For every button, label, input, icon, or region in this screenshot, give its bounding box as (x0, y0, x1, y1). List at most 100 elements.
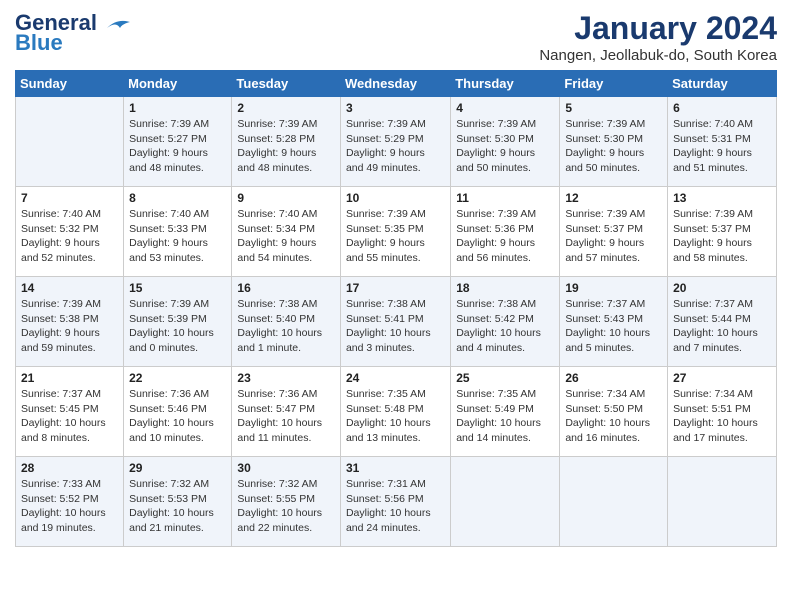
page-header: General Blue January 2024 Nangen, Jeolla… (15, 10, 777, 64)
day-cell: 31 Sunrise: 7:31 AM Sunset: 5:56 PM Dayli… (340, 457, 450, 547)
day-cell: 12Sunrise: 7:39 AM Sunset: 5:37 PM Dayli… (560, 187, 668, 277)
day-content: Sunrise: 7:34 AM Sunset: 5:51 PM Dayligh… (673, 387, 771, 446)
day-content: Sunrise: 7:37 AM Sunset: 5:43 PM Dayligh… (565, 297, 662, 356)
day-cell: 16 Sunrise: 7:38 AM Sunset: 5:40 PM Dayli… (232, 277, 341, 367)
day-cell: 28 Sunrise: 7:33 AM Sunset: 5:52 PM Dayli… (16, 457, 124, 547)
day-content: Sunrise: 7:39 AM Sunset: 5:28 PM Dayligh… (237, 117, 335, 176)
day-content: Sunrise: 7:39 AM Sunset: 5:30 PM Dayligh… (456, 117, 554, 176)
day-cell: 10Sunrise: 7:39 AM Sunset: 5:35 PM Dayli… (340, 187, 450, 277)
week-row-2: 7 Sunrise: 7:40 AM Sunset: 5:32 PM Daylig… (16, 187, 777, 277)
day-cell: 18 Sunrise: 7:38 AM Sunset: 5:42 PM Dayli… (451, 277, 560, 367)
day-number: 8 (129, 191, 226, 205)
header-cell-monday: Monday (124, 71, 232, 97)
day-cell: 5 Sunrise: 7:39 AM Sunset: 5:30 PM Daylig… (560, 97, 668, 187)
day-number: 31 (346, 461, 445, 475)
day-cell: 30 Sunrise: 7:32 AM Sunset: 5:55 PM Dayli… (232, 457, 341, 547)
day-content: Sunrise: 7:32 AM Sunset: 5:53 PM Dayligh… (129, 477, 226, 536)
day-number: 5 (565, 101, 662, 115)
day-number: 30 (237, 461, 335, 475)
calendar-table: SundayMondayTuesdayWednesdayThursdayFrid… (15, 70, 777, 547)
day-content: Sunrise: 7:40 AM Sunset: 5:33 PM Dayligh… (129, 207, 226, 266)
day-content: Sunrise: 7:40 AM Sunset: 5:34 PM Dayligh… (237, 207, 335, 266)
header-row: SundayMondayTuesdayWednesdayThursdayFrid… (16, 71, 777, 97)
day-cell: 19Sunrise: 7:37 AM Sunset: 5:43 PM Dayli… (560, 277, 668, 367)
day-number: 28 (21, 461, 118, 475)
day-number: 29 (129, 461, 226, 475)
day-content: Sunrise: 7:37 AM Sunset: 5:44 PM Dayligh… (673, 297, 771, 356)
day-content: Sunrise: 7:35 AM Sunset: 5:48 PM Dayligh… (346, 387, 445, 446)
day-number: 20 (673, 281, 771, 295)
header-cell-wednesday: Wednesday (340, 71, 450, 97)
month-title: January 2024 (539, 10, 777, 47)
day-number: 26 (565, 371, 662, 385)
day-cell: 24Sunrise: 7:35 AM Sunset: 5:48 PM Dayli… (340, 367, 450, 457)
day-number: 17 (346, 281, 445, 295)
day-number: 1 (129, 101, 226, 115)
logo-line2: Blue (15, 30, 63, 56)
logo-bird-icon (102, 16, 132, 36)
day-number: 27 (673, 371, 771, 385)
day-content: Sunrise: 7:39 AM Sunset: 5:37 PM Dayligh… (565, 207, 662, 266)
day-cell: 15 Sunrise: 7:39 AM Sunset: 5:39 PM Dayli… (124, 277, 232, 367)
day-cell: 22 Sunrise: 7:36 AM Sunset: 5:46 PM Dayli… (124, 367, 232, 457)
day-content: Sunrise: 7:35 AM Sunset: 5:49 PM Dayligh… (456, 387, 554, 446)
day-content: Sunrise: 7:39 AM Sunset: 5:30 PM Dayligh… (565, 117, 662, 176)
day-number: 23 (237, 371, 335, 385)
day-number: 14 (21, 281, 118, 295)
day-cell: 29 Sunrise: 7:32 AM Sunset: 5:53 PM Dayli… (124, 457, 232, 547)
day-cell: 14 Sunrise: 7:39 AM Sunset: 5:38 PM Dayli… (16, 277, 124, 367)
day-content: Sunrise: 7:39 AM Sunset: 5:38 PM Dayligh… (21, 297, 118, 356)
week-row-3: 14 Sunrise: 7:39 AM Sunset: 5:38 PM Dayli… (16, 277, 777, 367)
day-cell (668, 457, 777, 547)
day-cell: 26Sunrise: 7:34 AM Sunset: 5:50 PM Dayli… (560, 367, 668, 457)
day-cell: 11Sunrise: 7:39 AM Sunset: 5:36 PM Dayli… (451, 187, 560, 277)
header-cell-friday: Friday (560, 71, 668, 97)
day-cell: 8 Sunrise: 7:40 AM Sunset: 5:33 PM Daylig… (124, 187, 232, 277)
day-content: Sunrise: 7:31 AM Sunset: 5:56 PM Dayligh… (346, 477, 445, 536)
day-content: Sunrise: 7:40 AM Sunset: 5:32 PM Dayligh… (21, 207, 118, 266)
day-number: 3 (346, 101, 445, 115)
day-content: Sunrise: 7:39 AM Sunset: 5:29 PM Dayligh… (346, 117, 445, 176)
day-content: Sunrise: 7:36 AM Sunset: 5:46 PM Dayligh… (129, 387, 226, 446)
day-cell: 13Sunrise: 7:39 AM Sunset: 5:37 PM Dayli… (668, 187, 777, 277)
day-content: Sunrise: 7:36 AM Sunset: 5:47 PM Dayligh… (237, 387, 335, 446)
day-content: Sunrise: 7:33 AM Sunset: 5:52 PM Dayligh… (21, 477, 118, 536)
day-number: 7 (21, 191, 118, 205)
day-cell: 4 Sunrise: 7:39 AM Sunset: 5:30 PM Daylig… (451, 97, 560, 187)
day-cell: 21Sunrise: 7:37 AM Sunset: 5:45 PM Dayli… (16, 367, 124, 457)
day-cell: 7 Sunrise: 7:40 AM Sunset: 5:32 PM Daylig… (16, 187, 124, 277)
day-number: 4 (456, 101, 554, 115)
day-cell: 6 Sunrise: 7:40 AM Sunset: 5:31 PM Daylig… (668, 97, 777, 187)
subtitle: Nangen, Jeollabuk-do, South Korea (539, 47, 777, 64)
day-content: Sunrise: 7:38 AM Sunset: 5:41 PM Dayligh… (346, 297, 445, 356)
week-row-5: 28 Sunrise: 7:33 AM Sunset: 5:52 PM Dayli… (16, 457, 777, 547)
day-number: 15 (129, 281, 226, 295)
day-number: 22 (129, 371, 226, 385)
header-cell-thursday: Thursday (451, 71, 560, 97)
day-number: 16 (237, 281, 335, 295)
day-content: Sunrise: 7:39 AM Sunset: 5:39 PM Dayligh… (129, 297, 226, 356)
day-content: Sunrise: 7:32 AM Sunset: 5:55 PM Dayligh… (237, 477, 335, 536)
day-cell: 3 Sunrise: 7:39 AM Sunset: 5:29 PM Daylig… (340, 97, 450, 187)
day-cell: 25 Sunrise: 7:35 AM Sunset: 5:49 PM Dayli… (451, 367, 560, 457)
day-cell: 17 Sunrise: 7:38 AM Sunset: 5:41 PM Dayli… (340, 277, 450, 367)
day-content: Sunrise: 7:38 AM Sunset: 5:42 PM Dayligh… (456, 297, 554, 356)
day-cell: 27 Sunrise: 7:34 AM Sunset: 5:51 PM Dayli… (668, 367, 777, 457)
day-cell (16, 97, 124, 187)
day-number: 9 (237, 191, 335, 205)
day-number: 11 (456, 191, 554, 205)
day-cell: 9 Sunrise: 7:40 AM Sunset: 5:34 PM Daylig… (232, 187, 341, 277)
day-content: Sunrise: 7:39 AM Sunset: 5:27 PM Dayligh… (129, 117, 226, 176)
day-cell: 2 Sunrise: 7:39 AM Sunset: 5:28 PM Daylig… (232, 97, 341, 187)
day-number: 18 (456, 281, 554, 295)
day-content: Sunrise: 7:40 AM Sunset: 5:31 PM Dayligh… (673, 117, 771, 176)
week-row-4: 21Sunrise: 7:37 AM Sunset: 5:45 PM Dayli… (16, 367, 777, 457)
day-number: 25 (456, 371, 554, 385)
day-number: 6 (673, 101, 771, 115)
week-row-1: 1 Sunrise: 7:39 AM Sunset: 5:27 PM Daylig… (16, 97, 777, 187)
day-number: 2 (237, 101, 335, 115)
day-number: 10 (346, 191, 445, 205)
day-cell (560, 457, 668, 547)
day-content: Sunrise: 7:37 AM Sunset: 5:45 PM Dayligh… (21, 387, 118, 446)
day-content: Sunrise: 7:38 AM Sunset: 5:40 PM Dayligh… (237, 297, 335, 356)
